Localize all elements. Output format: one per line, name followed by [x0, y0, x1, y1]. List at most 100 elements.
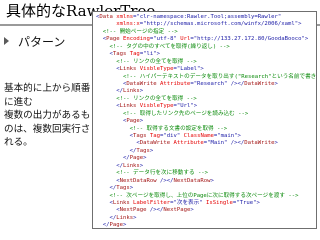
code-token-val: "div"	[163, 133, 181, 139]
code-token-bracket: <	[96, 140, 140, 147]
code-token-val: "Label"	[176, 66, 201, 73]
code-token-bracket: >	[139, 162, 144, 169]
code-line: <Links VisbleType="Label">	[96, 66, 316, 73]
code-line: </Tags>	[96, 147, 316, 155]
code-line: <Page Encoding="utf-8" Url="http://133.2…	[96, 36, 316, 43]
code-token-tag: DataWrite	[244, 140, 275, 147]
code-token-comment: <!-- ハイパーテキストのデータを取り出す("Research"という名前で書…	[122, 73, 317, 80]
code-token-attr: Url	[176, 36, 191, 43]
code-token-attr: xmlns	[112, 14, 134, 20]
code-token-bracket: >	[274, 140, 278, 147]
code-token-attr: VisbleType	[136, 66, 174, 73]
code-token-val: "utf-8"	[153, 36, 177, 43]
code-token-attr: Encoding	[119, 36, 150, 43]
code-line: <!-- タグの中のすべてを取得(繰り返し) -->	[96, 44, 316, 51]
code-token-tag: Links	[116, 214, 134, 221]
code-token-tag: DataWrite	[244, 80, 275, 87]
code-token-attr: Tag	[146, 133, 161, 139]
code-token-bracket: <	[96, 118, 127, 125]
description-line: 複数の出力があるも	[4, 110, 91, 122]
code-token-attr: LabelFilter	[129, 199, 171, 206]
code-line: <!-- 開始ページの指定 -->	[96, 28, 316, 36]
code-token-tag: DataWrite	[139, 140, 171, 147]
code-token-tag: Page	[109, 222, 123, 229]
code-token-attr: Attribute	[170, 140, 204, 147]
code-sample-panel: <Data xmlns="clr-namespace:Rawler.Tool;a…	[92, 11, 317, 229]
code-token-bracket: >	[133, 214, 137, 221]
code-line: <Links LabelFilter="次を表示" IsSingle="True…	[96, 199, 316, 207]
code-token-bracket: >	[193, 103, 198, 110]
code-line: <!-- データ行を次に移動する -->	[96, 170, 316, 177]
code-token-val: "http://133.27.172.80/GoodaBooco"	[193, 36, 305, 43]
code-line: <Data xmlns="clr-namespace:Rawler.Tool;a…	[96, 14, 316, 21]
code-line: </Links>	[96, 214, 316, 222]
code-line: </Page>	[96, 155, 316, 162]
code-token-attr: xmlns:x	[96, 21, 140, 28]
code-line: <Tags Tag="li">	[96, 51, 316, 58]
code-token-tag: NextDataRow	[119, 177, 157, 184]
code-token-tag: Links	[122, 88, 140, 95]
code-token-bracket: >	[143, 155, 147, 162]
code-token-bracket: <	[96, 207, 120, 214]
code-line: </Tags>	[96, 185, 316, 192]
code-token-bracket: >	[298, 21, 302, 28]
code-line: <!-- リンクの全てを取得 -->	[96, 96, 316, 103]
code-token-val: "main"	[217, 133, 238, 139]
code-token-bracket: /></	[227, 80, 245, 87]
code-token-val: "clr-namespace:Rawler.Tool;assembly=Rawl…	[136, 14, 282, 20]
description-line: に進む	[4, 96, 33, 108]
code-token-attr: Tag	[126, 51, 140, 58]
code-token-bracket: <	[96, 36, 107, 43]
code-token-bracket: >	[200, 66, 204, 73]
code-token-bracket: >	[149, 147, 154, 154]
code-line: xmlns:x="http://schemas.microsoft.com/wi…	[96, 21, 316, 28]
code-token-tag: NextPage	[119, 207, 147, 214]
code-token-attr: IsSingle	[202, 199, 233, 206]
code-token-bracket: </	[96, 162, 123, 169]
code-token-tag: Tags	[112, 51, 127, 58]
code-token-bracket: <	[96, 103, 120, 110]
code-token-val: "http://schemas.microsoft.com/winfx/2006…	[143, 21, 299, 28]
code-token-bracket: <	[96, 80, 127, 87]
description-line: れる。	[4, 137, 33, 149]
code-token-val: "次を表示"	[173, 199, 203, 206]
code-token-tag: Tags	[133, 133, 147, 139]
code-token-bracket: </	[96, 185, 117, 192]
code-token-bracket: /></	[156, 177, 174, 184]
code-token-attr: Attribute	[156, 80, 191, 87]
description-line: のは、複数回実行さ	[4, 123, 91, 135]
code-line: <!-- ハイパーテキストのデータを取り出す("Research"という名前で書…	[96, 73, 317, 81]
code-token-bracket: >	[190, 207, 194, 214]
code-token-bracket: </	[96, 214, 117, 221]
code-line: <DataWrite Attribute="Research" /></Data…	[96, 80, 316, 88]
code-token-bracket: </	[96, 147, 137, 154]
code-token-attr: ClassName	[180, 133, 214, 139]
code-line: </Links>	[96, 88, 316, 95]
description-text: 基本的に上から順番 に進む 複数の出力があるも のは、複数回実行さ れる。	[4, 82, 91, 150]
code-token-val: "Url"	[176, 103, 194, 110]
code-token-tag: Page	[126, 118, 140, 125]
code-token-bracket: >	[304, 36, 309, 43]
code-token-bracket: </	[96, 155, 130, 162]
code-token-comment: <!-- 取得したリンク先のページを読み込む -->	[96, 110, 249, 117]
code-token-val: "True"	[236, 199, 257, 206]
code-token-tag: Data	[99, 14, 113, 20]
code-token-tag: Page	[106, 36, 120, 43]
code-token-bracket: >	[274, 80, 278, 87]
code-token-bracket: </	[96, 88, 123, 95]
code-token-tag: Links	[112, 199, 130, 206]
code-token-comment: <!-- 次ページを取得し、上位のPageに次に取得する次ページを渡す -->	[96, 192, 299, 199]
code-token-comment: <!-- 取得する文書の設定を取得 -->	[96, 125, 228, 132]
code-line: </Page>	[96, 222, 316, 229]
code-token-bracket: >	[210, 177, 214, 184]
code-token-attr: VisbleType	[136, 103, 174, 110]
bullet-item: パターン	[4, 32, 65, 50]
code-token-tag: NextDataRow	[173, 177, 211, 184]
code-line: <DataWrite Attribute="Main" /></DataWrit…	[96, 140, 316, 147]
code-token-tag: NextPage	[163, 207, 191, 214]
code-token-tag: Links	[119, 66, 137, 73]
code-token-comment: <!-- リンクの全てを取得 -->	[96, 58, 197, 65]
code-token-bracket: >	[129, 185, 134, 192]
code-token-comment: <!-- 開始ページの指定 -->	[96, 28, 178, 35]
bullet-label: パターン	[18, 34, 66, 49]
